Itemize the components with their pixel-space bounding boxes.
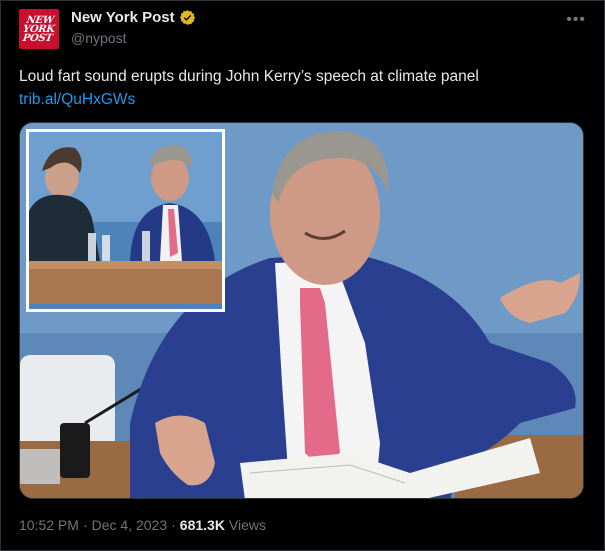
tweet-date[interactable]: Dec 4, 2023 <box>92 517 168 533</box>
name-row: New York Post <box>71 9 196 26</box>
tweet-time[interactable]: 10:52 PM <box>19 517 79 533</box>
gold-verified-badge-icon <box>179 9 196 26</box>
display-name[interactable]: New York Post <box>71 9 175 26</box>
more-options-icon[interactable]: ••• <box>566 11 586 29</box>
new-york-post-logo: NEW YORK POST <box>22 14 56 44</box>
views-label: Views <box>228 517 267 533</box>
tweet-header: NEW YORK POST New York Post @nypost ••• <box>19 9 586 53</box>
inset-photo <box>26 129 225 312</box>
tweet-footer: 10:52 PM · Dec 4, 2023 · 681.3K Views <box>19 517 266 533</box>
tweet-media-photo[interactable] <box>19 122 584 499</box>
tweet-body: Loud fart sound erupts during John Kerry… <box>19 68 479 85</box>
tweet-link[interactable]: trib.al/QuHxGWs <box>19 88 586 111</box>
photo-illustration <box>20 123 583 498</box>
tweet-card: NEW YORK POST New York Post @nypost ••• Lo… <box>0 0 605 551</box>
handle[interactable]: @nypost <box>71 30 126 46</box>
avatar[interactable]: NEW YORK POST <box>19 9 59 49</box>
separator: · <box>171 517 176 533</box>
tweet-text: Loud fart sound erupts during John Kerry… <box>19 65 586 111</box>
views-count[interactable]: 681.3K <box>180 517 225 533</box>
separator: · <box>82 517 88 533</box>
